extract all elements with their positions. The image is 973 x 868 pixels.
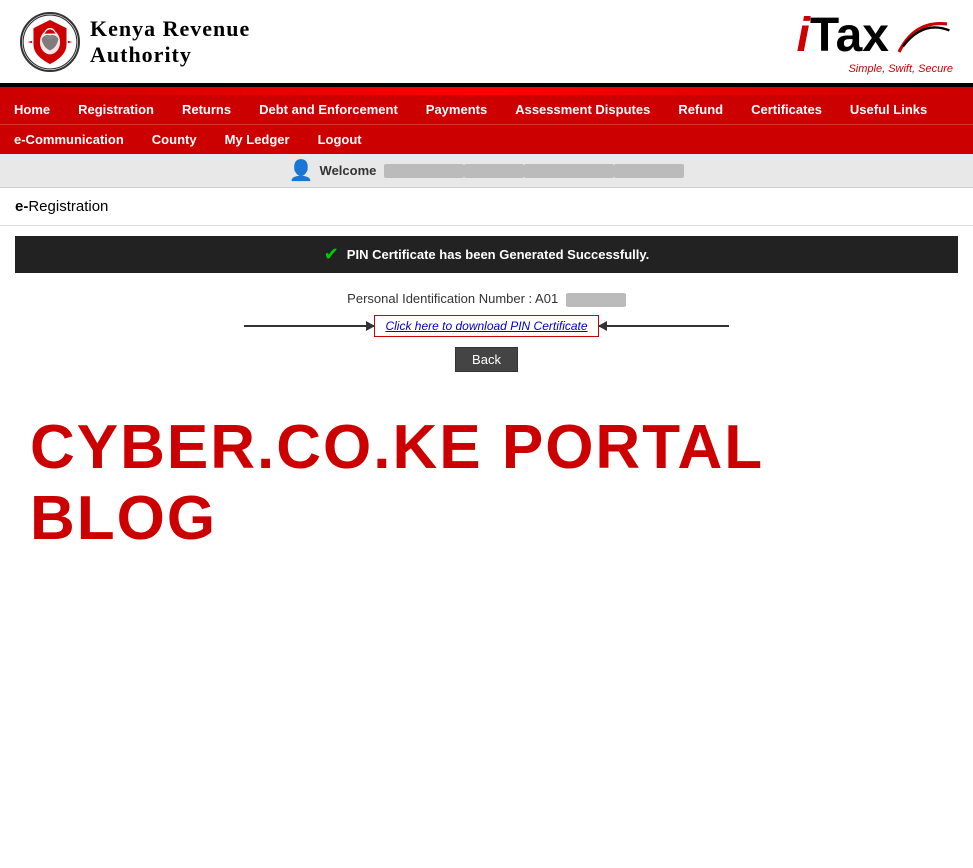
pin-label: Personal Identification Number : A01: [15, 291, 958, 307]
kra-name: Kenya Revenue Authority: [90, 16, 250, 68]
page-title-rest: Registration: [28, 198, 108, 215]
nav-links[interactable]: Useful Links: [836, 95, 941, 124]
watermark: CYBER.CO.KE PORTAL BLOG: [15, 382, 958, 584]
back-button-row: Back: [15, 347, 958, 372]
nav-ecomm[interactable]: e-Communication: [0, 125, 138, 154]
red-bar: [0, 87, 973, 95]
nav-row1: Home Registration Returns Debt and Enfor…: [0, 95, 973, 124]
content-area: ✔ PIN Certificate has been Generated Suc…: [0, 226, 973, 594]
welcome-name-blur1: [384, 164, 464, 178]
header: Kenya Revenue Authority i Tax Simple, Sw…: [0, 0, 973, 87]
page-title-bar: e-Registration: [0, 188, 973, 226]
welcome-name-blur3: [524, 164, 614, 178]
nav-registration[interactable]: Registration: [64, 95, 168, 124]
page-title: e-: [15, 198, 28, 215]
welcome-label: Welcome: [320, 163, 377, 178]
nav-logout[interactable]: Logout: [304, 125, 376, 154]
back-button[interactable]: Back: [455, 347, 518, 372]
nav-ledger[interactable]: My Ledger: [211, 125, 304, 154]
welcome-name-blur4: [614, 164, 684, 178]
welcome-name-blur2: [464, 164, 524, 178]
success-icon: ✔: [324, 244, 339, 265]
arrow-right-head: [598, 321, 607, 331]
welcome-bar: 👤 Welcome: [0, 154, 973, 188]
itax-tax-text: Tax: [810, 8, 889, 63]
itax-swoosh-icon: [893, 16, 953, 56]
download-pin-link[interactable]: Click here to download PIN Certificate: [374, 315, 598, 337]
nav-disputes[interactable]: Assessment Disputes: [501, 95, 664, 124]
arrow-row: Click here to download PIN Certificate: [15, 315, 958, 337]
arrow-left-head: [366, 321, 375, 331]
kra-emblem: [20, 12, 80, 72]
itax-brand: i Tax: [797, 8, 954, 63]
kra-logo: Kenya Revenue Authority: [20, 12, 250, 72]
nav-certificates[interactable]: Certificates: [737, 95, 836, 124]
nav-row2: e-Communication County My Ledger Logout: [0, 124, 973, 154]
nav-county[interactable]: County: [138, 125, 211, 154]
itax-tagline: Simple, Swift, Secure: [848, 63, 953, 75]
user-icon: 👤: [289, 158, 314, 183]
kra-line2: Authority: [90, 42, 250, 68]
nav-debt[interactable]: Debt and Enforcement: [245, 95, 412, 124]
nav-returns[interactable]: Returns: [168, 95, 245, 124]
arrow-left-line: [244, 325, 374, 327]
pin-area: Personal Identification Number : A01 Cli…: [15, 281, 958, 382]
nav-payments[interactable]: Payments: [412, 95, 501, 124]
nav-home[interactable]: Home: [0, 95, 64, 124]
arrow-right-line: [599, 325, 729, 327]
pin-value-blur: [566, 293, 626, 307]
itax-i-letter: i: [797, 8, 810, 63]
kra-line1: Kenya Revenue: [90, 16, 250, 42]
nav-refund[interactable]: Refund: [664, 95, 737, 124]
success-message: PIN Certificate has been Generated Succe…: [347, 247, 650, 262]
itax-logo: i Tax Simple, Swift, Secure: [797, 8, 954, 75]
success-bar: ✔ PIN Certificate has been Generated Suc…: [15, 236, 958, 273]
pin-label-text: Personal Identification Number : A01: [347, 291, 558, 306]
